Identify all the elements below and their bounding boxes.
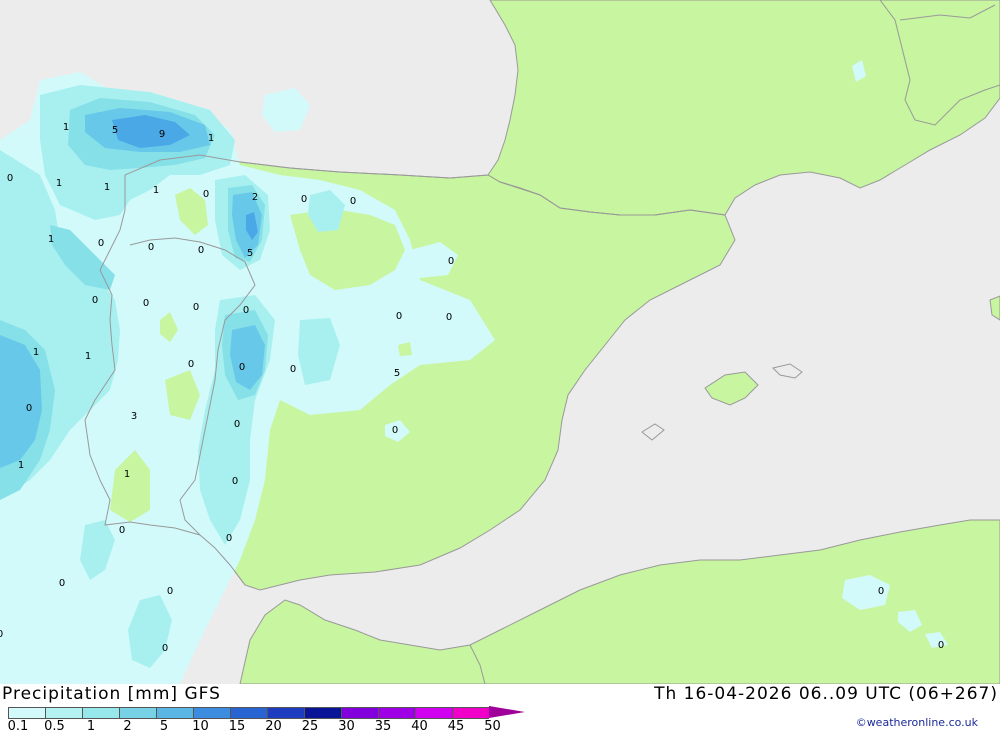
precip-value-label: 0 <box>226 533 232 544</box>
precip-value-label: 1 <box>153 185 159 196</box>
precip-value-label: 0 <box>232 476 238 487</box>
precip-value-label: 0 <box>239 362 245 373</box>
legend-swatch <box>341 707 378 719</box>
legend-tick: 50 <box>484 719 501 734</box>
color-legend <box>8 706 525 719</box>
precip-value-label: 0 <box>446 312 452 323</box>
legend-swatch <box>378 707 415 719</box>
legend-swatch <box>193 707 230 719</box>
precip-value-label: 1 <box>124 469 130 480</box>
footer: Precipitation [mm] GFS Th 16-04-2026 06.… <box>0 684 1000 734</box>
precip-value-label: 0 <box>188 359 194 370</box>
legend-tick: 15 <box>228 719 246 734</box>
precip-value-label: 0 <box>0 629 3 640</box>
precip-value-label: 1 <box>48 234 54 245</box>
precip-value-label: 5 <box>247 248 253 259</box>
legend-swatch <box>45 707 82 719</box>
legend-tick: 35 <box>374 719 392 734</box>
precip-value-label: 5 <box>112 125 118 136</box>
credit-link[interactable]: ©weatheronline.co.uk <box>856 716 978 729</box>
precip-value-label: 1 <box>18 460 24 471</box>
legend-tick: 30 <box>338 719 355 734</box>
legend-arrow <box>489 706 525 718</box>
precip-value-label: 0 <box>162 643 168 654</box>
precip-value-label: 0 <box>396 311 402 322</box>
legend-swatch <box>82 707 119 719</box>
precip-value-label: 1 <box>56 178 62 189</box>
precip-value-label: 0 <box>198 245 204 256</box>
legend-tick: 20 <box>265 719 282 734</box>
precip-value-label: 0 <box>26 403 32 414</box>
legend-swatch <box>452 707 489 719</box>
precip-value-label: 1 <box>104 182 110 193</box>
precip-value-label: 1 <box>33 347 39 358</box>
legend-tick: 1 <box>86 719 96 734</box>
legend-swatch <box>267 707 304 719</box>
precip-value-label: 0 <box>193 302 199 313</box>
precip-value-label: 0 <box>392 425 398 436</box>
precip-value-label: 0 <box>167 586 173 597</box>
precip-value-label: 0 <box>243 305 249 316</box>
precip-value-label: 0 <box>119 525 125 536</box>
precip-value-label: 0 <box>448 256 454 267</box>
legend-tick: 5 <box>159 719 169 734</box>
precip-value-label: 0 <box>290 364 296 375</box>
legend-swatch <box>119 707 156 719</box>
legend-tick: 45 <box>447 719 465 734</box>
precipitation-map: 1 5 9 1 0 1 1 1 0 2 0 0 1 0 0 0 5 0 0 0 0 0 1 1 0 0 0 0 0 5 0 3 0 1 1 0 0 0 0 0… <box>0 0 1000 684</box>
legend-swatch <box>415 707 452 719</box>
legend-swatch <box>156 707 193 719</box>
precip-value-label: 1 <box>63 122 69 133</box>
map-title: Precipitation [mm] GFS <box>2 684 221 704</box>
precip-value-label: 5 <box>394 368 400 379</box>
precip-value-label: 0 <box>350 196 356 207</box>
legend-swatch <box>8 707 45 719</box>
legend-swatch <box>304 707 341 719</box>
precip-value-label: 0 <box>148 242 154 253</box>
precip-value-label: 0 <box>234 419 240 430</box>
precip-value-label: 9 <box>159 129 165 140</box>
map-validity: Th 16-04-2026 06..09 UTC (06+267) <box>654 684 998 704</box>
precip-value-label: 0 <box>203 189 209 200</box>
precip-value-label: 1 <box>85 351 91 362</box>
precip-value-label: 0 <box>878 586 884 597</box>
precip-value-label: 1 <box>208 133 214 144</box>
precip-value-label: 0 <box>98 238 104 249</box>
legend-tick: 0.1 <box>7 719 29 734</box>
legend-tick: 2 <box>123 719 132 734</box>
precip-value-label: 3 <box>131 411 137 422</box>
precip-value-label: 0 <box>92 295 98 306</box>
legend-tick: 10 <box>192 719 209 734</box>
legend-tick: 25 <box>301 719 319 734</box>
legend-tick: 0.5 <box>44 719 65 734</box>
legend-swatch <box>230 707 267 719</box>
precip-value-label: 0 <box>938 640 944 651</box>
precip-value-label: 0 <box>59 578 65 589</box>
precip-value-label: 0 <box>301 194 307 205</box>
precip-value-label: 0 <box>7 173 13 184</box>
legend-tick: 40 <box>411 719 428 734</box>
legend-labels: 0.1 0.5 1 2 5 10 15 20 25 30 35 40 45 50 <box>0 719 540 734</box>
precip-value-label: 2 <box>252 192 258 203</box>
precip-value-label: 0 <box>143 298 149 309</box>
